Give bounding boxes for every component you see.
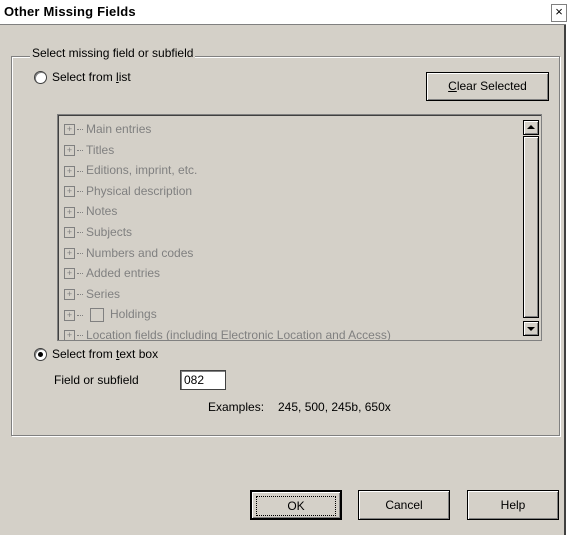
dialog-window: Other Missing Fields × Select missing fi…	[0, 0, 567, 535]
select-from-text-box-label[interactable]: Select from text box	[52, 347, 158, 361]
expand-icon[interactable]: +	[64, 206, 75, 218]
tree-item-added-entries[interactable]: + Added entries	[64, 263, 391, 284]
tree-connector	[77, 252, 83, 254]
expand-icon[interactable]: +	[64, 309, 75, 321]
tree-item-label: Location fields (including Electronic Lo…	[86, 327, 391, 341]
clear-selected-accel: C	[448, 79, 457, 93]
expand-icon[interactable]: +	[64, 186, 75, 198]
tree-item-label: Main entries	[86, 122, 152, 136]
tree-item-label: Titles	[86, 142, 115, 157]
expand-icon[interactable]: +	[64, 144, 75, 156]
tree-item-editions[interactable]: + Editions, imprint, etc.	[64, 160, 391, 181]
tree-item-label: Numbers and codes	[86, 245, 194, 260]
expand-icon[interactable]: +	[64, 247, 75, 259]
tree-item-label: Series	[86, 286, 121, 301]
tree-item-label: Notes	[86, 204, 118, 219]
select-from-list-label-prefix: Select from	[52, 70, 117, 84]
expand-icon[interactable]: +	[64, 268, 75, 280]
select-from-text-box-radio[interactable]	[34, 348, 47, 361]
tree-items: + Main entries + Titles + Editions, imprint…	[64, 119, 391, 341]
scroll-up-arrow-icon[interactable]	[523, 120, 539, 135]
tree-connector	[77, 314, 83, 316]
clear-selected-button[interactable]: Clear Selected	[426, 72, 549, 101]
tree-connector	[77, 273, 83, 275]
expand-icon[interactable]: +	[64, 124, 75, 136]
expand-icon[interactable]: +	[64, 227, 75, 239]
ok-button[interactable]: OK	[250, 490, 342, 520]
window-title: Other Missing Fields	[4, 4, 136, 19]
cancel-button[interactable]: Cancel	[358, 490, 450, 520]
holdings-checkbox[interactable]	[90, 308, 104, 323]
tree-item-location-fields[interactable]: + Location fields (including Electronic L…	[64, 325, 391, 341]
tree-connector	[77, 191, 83, 193]
help-button[interactable]: Help	[467, 490, 559, 520]
tree-item-holdings[interactable]: + Holdings	[64, 304, 391, 325]
examples-label: Examples:	[208, 400, 265, 414]
clear-selected-label: lear Selected	[456, 79, 527, 93]
tree-connector	[77, 211, 83, 213]
tree-connector	[77, 232, 83, 234]
tree-scrollbar[interactable]	[523, 116, 540, 339]
select-from-list-label[interactable]: Select from list	[52, 70, 131, 84]
field-or-subfield-label: Field or subfield	[54, 373, 139, 387]
tree-connector	[77, 149, 83, 151]
field-or-subfield-input[interactable]	[180, 370, 226, 390]
select-from-text-label-prefix: Select from	[52, 347, 117, 361]
tree-connector	[77, 335, 83, 337]
tree-item-label: Holdings	[110, 307, 157, 322]
tree-item-series[interactable]: + Series	[64, 284, 391, 305]
tree-item-titles[interactable]: + Titles	[64, 140, 391, 161]
groupbox-label: Select missing field or subfield	[30, 46, 196, 60]
expand-icon[interactable]: +	[64, 289, 75, 301]
tree-item-label: Physical description	[86, 183, 193, 198]
tree-item-label: Added entries	[86, 266, 161, 281]
expand-icon[interactable]: +	[64, 330, 75, 340]
ok-button-label: OK	[256, 496, 336, 516]
tree-item-notes[interactable]: + Notes	[64, 201, 391, 222]
tree-item-label: Subjects	[86, 224, 133, 239]
close-icon[interactable]: ×	[551, 4, 567, 22]
title-bar: Other Missing Fields ×	[0, 0, 567, 25]
expand-icon[interactable]: +	[64, 165, 75, 177]
select-from-list-label-suffix: ist	[118, 70, 131, 84]
tree-connector	[77, 294, 83, 296]
select-from-list-radio[interactable]	[34, 71, 47, 84]
scrollbar-thumb[interactable]	[523, 136, 539, 318]
tree-item-numbers-and-codes[interactable]: + Numbers and codes	[64, 243, 391, 264]
tree-connector	[77, 129, 83, 131]
field-tree-view[interactable]: + Main entries + Titles + Editions, imprint…	[57, 114, 542, 341]
examples-value: 245, 500, 245b, 650x	[278, 400, 391, 414]
tree-item-label: Editions, imprint, etc.	[86, 163, 198, 178]
tree-connector	[77, 170, 83, 172]
tree-item-physical-description[interactable]: + Physical description	[64, 181, 391, 202]
scroll-down-arrow-icon[interactable]	[523, 321, 539, 336]
tree-item-main-entries[interactable]: + Main entries	[64, 119, 391, 140]
select-from-text-label-suffix: ext box	[119, 347, 159, 361]
tree-item-subjects[interactable]: + Subjects	[64, 222, 391, 243]
